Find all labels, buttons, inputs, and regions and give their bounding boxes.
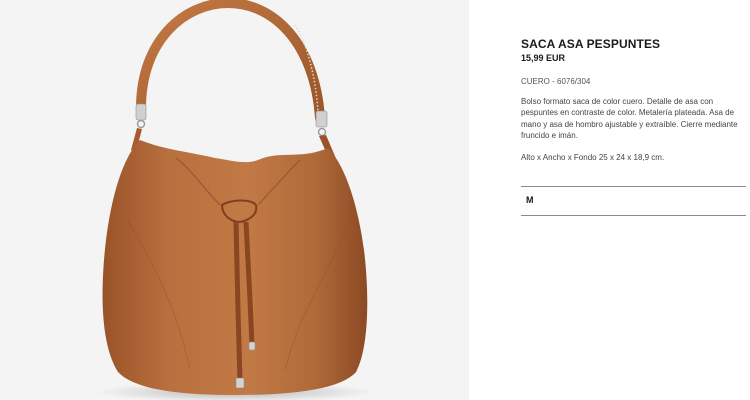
product-reference: CUERO - 6076/304 — [521, 77, 591, 86]
product-info: SACA ASA PESPUNTES 15,99 EUR CUERO - 607… — [520, 0, 746, 400]
product-description: Bolso formato saca de color cuero. Detal… — [521, 97, 738, 141]
size-option-m[interactable]: M — [526, 195, 534, 205]
product-title: SACA ASA PESPUNTES — [521, 37, 661, 51]
product-price: 15,99 EUR — [521, 53, 566, 63]
size-divider-bottom — [521, 215, 746, 216]
product-image[interactable] — [0, 0, 469, 400]
handbag-illustration — [95, 0, 375, 400]
size-divider-top — [521, 186, 746, 187]
product-dimensions: Alto x Ancho x Fondo 25 x 24 x 18,9 cm. — [521, 153, 665, 162]
